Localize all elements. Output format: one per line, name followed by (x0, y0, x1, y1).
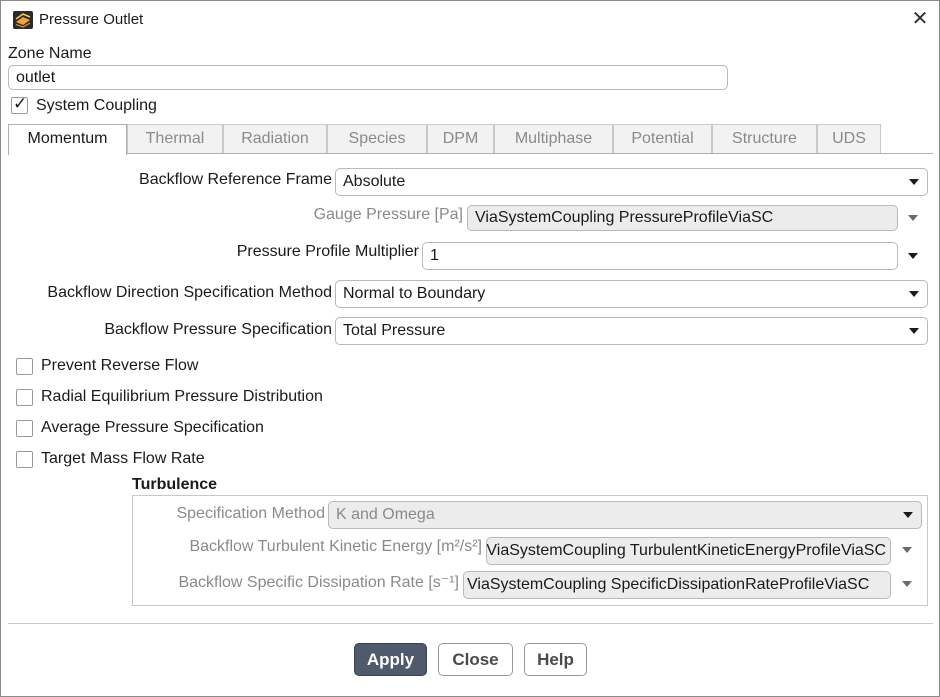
backflow-ref-frame-value: Absolute (343, 173, 406, 190)
turbulence-title: Turbulence (132, 476, 218, 493)
tab-multiphase[interactable]: Multiphase (494, 124, 613, 154)
radial-equilibrium-checkbox[interactable] (16, 389, 33, 406)
sdr-label: Backflow Specific Dissipation Rate [s⁻¹] (178, 574, 459, 591)
target-mass-flow-checkbox[interactable] (16, 451, 33, 468)
chevron-down-icon[interactable] (902, 547, 912, 553)
spec-method-dropdown[interactable]: K and Omega (328, 501, 922, 529)
footer-separator (8, 623, 933, 624)
tab-dpm[interactable]: DPM (427, 124, 494, 154)
tab-species[interactable]: Species (327, 124, 427, 154)
backflow-ref-frame-dropdown[interactable]: Absolute (335, 168, 928, 196)
tab-structure[interactable]: Structure (712, 124, 817, 154)
tke-label: Backflow Turbulent Kinetic Energy [m²/s²… (189, 538, 482, 555)
close-icon[interactable]: ✕ (909, 8, 931, 30)
system-coupling-label: System Coupling (36, 97, 157, 114)
pressure-multiplier-label: Pressure Profile Multiplier (236, 243, 419, 260)
tab-potential[interactable]: Potential (613, 124, 712, 154)
target-mass-flow-label: Target Mass Flow Rate (41, 450, 205, 467)
chevron-down-icon (909, 291, 919, 297)
system-coupling-checkbox[interactable]: ✓ (11, 94, 28, 114)
window-title: Pressure Outlet (39, 11, 144, 28)
radial-equilibrium-label: Radial Equilibrium Pressure Distribution (41, 388, 323, 405)
tab-radiation[interactable]: Radiation (223, 124, 327, 154)
apply-button[interactable]: Apply (354, 643, 427, 676)
backflow-pressure-spec-dropdown[interactable]: Total Pressure (335, 317, 928, 345)
zone-name-field[interactable]: outlet (8, 65, 728, 90)
help-button[interactable]: Help (524, 643, 587, 676)
spec-method-label: Specification Method (176, 505, 325, 522)
chevron-down-icon (903, 512, 913, 518)
chevron-down-icon[interactable] (902, 581, 912, 587)
tke-field[interactable]: ViaSystemCoupling TurbulentKineticEnergy… (486, 537, 891, 565)
spec-method-value: K and Omega (336, 506, 435, 523)
chevron-down-icon[interactable] (908, 215, 918, 221)
sdr-field[interactable]: ViaSystemCoupling SpecificDissipationRat… (463, 571, 891, 599)
backflow-dir-method-dropdown[interactable]: Normal to Boundary (335, 280, 928, 308)
gauge-pressure-field[interactable]: ViaSystemCoupling PressureProfileViaSC (467, 205, 898, 231)
backflow-ref-frame-label: Backflow Reference Frame (139, 171, 332, 188)
fluent-app-icon (13, 11, 33, 29)
backflow-dir-method-label: Backflow Direction Specification Method (47, 284, 332, 301)
backflow-pressure-spec-label: Backflow Pressure Specification (104, 321, 332, 338)
check-icon: ✓ (13, 94, 28, 113)
tab-uds[interactable]: UDS (817, 124, 881, 154)
close-button[interactable]: Close (438, 643, 513, 676)
prevent-reverse-flow-checkbox[interactable] (16, 358, 33, 375)
backflow-dir-method-value: Normal to Boundary (343, 285, 486, 302)
tab-thermal[interactable]: Thermal (127, 124, 223, 154)
average-pressure-label: Average Pressure Specification (41, 419, 264, 436)
gauge-pressure-label: Gauge Pressure [Pa] (313, 206, 463, 223)
tab-divider (8, 153, 933, 154)
tab-momentum[interactable]: Momentum (8, 124, 127, 155)
pressure-multiplier-field[interactable]: 1 (422, 242, 898, 270)
chevron-down-icon (909, 179, 919, 185)
chevron-down-icon (909, 328, 919, 334)
prevent-reverse-flow-label: Prevent Reverse Flow (41, 357, 199, 374)
chevron-down-icon[interactable] (908, 253, 918, 259)
zone-name-label: Zone Name (8, 45, 92, 62)
backflow-pressure-spec-value: Total Pressure (343, 322, 446, 339)
pressure-outlet-dialog: Pressure Outlet ✕ Zone Name outlet ✓ Sys… (0, 0, 940, 697)
average-pressure-checkbox[interactable] (16, 420, 33, 437)
